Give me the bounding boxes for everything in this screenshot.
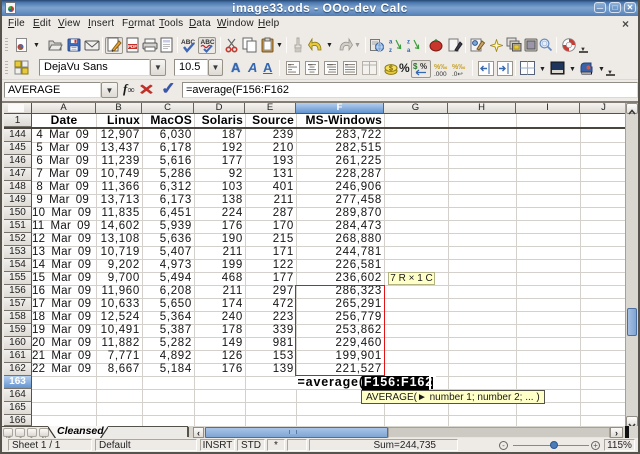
svg-text:z: z — [389, 48, 392, 53]
svg-text:$: $ — [389, 66, 393, 73]
svg-text:%‰: %‰ — [434, 64, 447, 71]
svg-text:z: z — [407, 40, 410, 46]
svg-text:.0↩: .0↩ — [452, 71, 463, 77]
svg-text:%: % — [420, 62, 427, 71]
svg-text:$: $ — [413, 62, 418, 71]
svg-text:%‰: %‰ — [452, 64, 465, 71]
svg-text:.000: .000 — [434, 71, 447, 77]
svg-text:a: a — [407, 48, 411, 53]
svg-text:PDF: PDF — [128, 44, 137, 49]
svg-text:a: a — [389, 40, 393, 46]
